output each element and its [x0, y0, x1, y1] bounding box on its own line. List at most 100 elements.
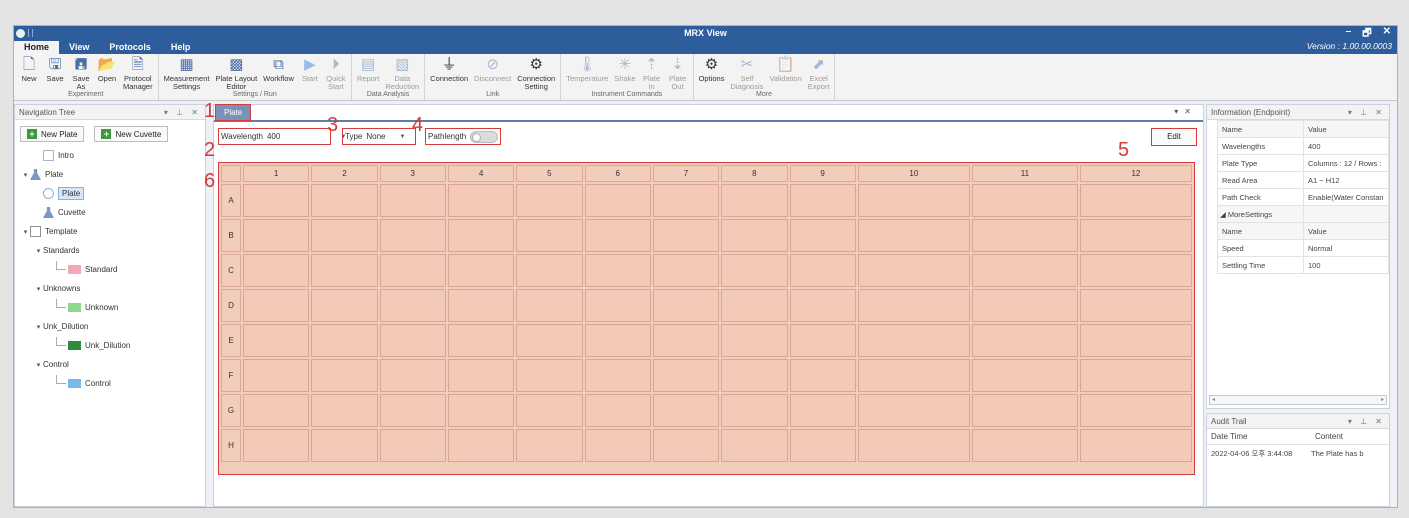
horizontal-scrollbar[interactable]: ◂ ▸	[1209, 395, 1387, 405]
plate-well[interactable]	[516, 429, 583, 462]
shake-button[interactable]: ✳ Shake	[611, 54, 638, 90]
temperature-button[interactable]: 🌡 Temperature	[563, 54, 611, 90]
plate-well[interactable]	[516, 184, 583, 217]
plate-row-header[interactable]: A	[221, 184, 241, 217]
plate-well[interactable]	[857, 359, 970, 392]
tree-node-plate[interactable]: Plate	[21, 184, 205, 203]
plate-well[interactable]	[447, 324, 515, 357]
tree-node-intro[interactable]: Intro	[21, 146, 205, 165]
plate-well[interactable]	[857, 429, 970, 462]
plate-column-header[interactable]: 5	[516, 165, 583, 182]
new-cuvette-button[interactable]: + New Cuvette	[94, 126, 169, 142]
plate-well[interactable]	[652, 219, 720, 252]
tree-node-control[interactable]: ▾ Control	[21, 355, 205, 374]
plate-well[interactable]	[857, 219, 970, 252]
plate-well[interactable]	[789, 184, 856, 217]
plate-well[interactable]	[516, 359, 583, 392]
plate-well[interactable]	[516, 394, 583, 427]
plate-well[interactable]	[1079, 429, 1192, 462]
plate-row-header[interactable]: C	[221, 254, 241, 287]
quick-start-button[interactable]: ⏵ Quick Start	[323, 54, 349, 91]
plate-column-header[interactable]: 9	[789, 165, 856, 182]
type-field[interactable]: Type None ▼	[342, 128, 416, 145]
plate-well[interactable]	[652, 429, 720, 462]
plate-well[interactable]	[721, 254, 788, 287]
workflow-button[interactable]: ⧉ Workflow	[260, 54, 297, 90]
plate-well[interactable]	[584, 219, 651, 252]
plate-in-button[interactable]: ⇡ Plate In	[639, 54, 665, 91]
tree-node-template[interactable]: ▾ Template	[21, 222, 205, 241]
plate-well[interactable]	[447, 184, 515, 217]
excel-export-button[interactable]: ⬈ Excel Export	[805, 54, 833, 91]
plate-well[interactable]	[311, 254, 378, 287]
plate-well[interactable]	[379, 184, 446, 217]
new-button[interactable]: 🗋 New	[16, 54, 42, 90]
plate-well[interactable]	[447, 394, 515, 427]
plate-layout-editor-button[interactable]: ▩ Plate Layout Editor	[212, 54, 260, 91]
tree-node-unk-dilution[interactable]: ▾ Unk_Dilution	[21, 317, 205, 336]
plate-well[interactable]	[584, 429, 651, 462]
plate-out-button[interactable]: ⇣ Plate Out	[665, 54, 691, 91]
plate-well[interactable]	[971, 324, 1078, 357]
plate-column-header[interactable]: 3	[379, 165, 446, 182]
plate-well[interactable]	[857, 184, 970, 217]
plate-column-header[interactable]: 4	[447, 165, 515, 182]
plate-well[interactable]	[311, 184, 378, 217]
protocol-manager-button[interactable]: 🗎 Protocol Manager	[120, 54, 156, 91]
plate-row-header[interactable]: F	[221, 359, 241, 392]
plate-well[interactable]	[971, 429, 1078, 462]
plate-well[interactable]	[857, 394, 970, 427]
expand-chevron-icon[interactable]: ▾	[34, 361, 43, 369]
plate-well[interactable]	[243, 324, 310, 357]
plate-column-header[interactable]: 12	[1079, 165, 1192, 182]
plate-well[interactable]	[379, 324, 446, 357]
plate-well[interactable]	[379, 394, 446, 427]
plate-well[interactable]	[652, 359, 720, 392]
plate-column-header[interactable]: 11	[971, 165, 1078, 182]
save-as-button[interactable]: 🖪 Save As	[68, 54, 94, 91]
save-button[interactable]: 🖫 Save	[42, 54, 68, 90]
tree-node-control[interactable]: Control	[21, 374, 205, 393]
plate-well[interactable]	[516, 254, 583, 287]
plate-well[interactable]	[379, 359, 446, 392]
plate-well[interactable]	[243, 429, 310, 462]
plate-well[interactable]	[447, 254, 515, 287]
plate-well[interactable]	[857, 289, 970, 322]
plate-row-header[interactable]: H	[221, 429, 241, 462]
plate-well[interactable]	[1079, 184, 1192, 217]
tree-node-plate[interactable]: ▾ Plate	[21, 165, 205, 184]
options-button[interactable]: ⚙ Options	[696, 54, 728, 90]
plate-well[interactable]	[857, 324, 970, 357]
plate-column-header[interactable]: 10	[857, 165, 970, 182]
plate-well[interactable]	[311, 324, 378, 357]
plate-well[interactable]	[971, 219, 1078, 252]
tab-view[interactable]: View	[59, 41, 99, 54]
tree-node-unknown[interactable]: Unknown	[21, 298, 205, 317]
plate-well[interactable]	[721, 219, 788, 252]
panel-pin-close-icon[interactable]: ▾ ⊥ ✕	[1348, 417, 1385, 426]
disconnect-button[interactable]: ⊘ Disconnect	[471, 54, 514, 90]
plate-well[interactable]	[721, 429, 788, 462]
plate-well[interactable]	[311, 429, 378, 462]
audit-trail-row[interactable]: 2022-04-06 오후 3:44:08 The Plate has b	[1207, 445, 1389, 461]
plate-well[interactable]	[584, 359, 651, 392]
plate-well[interactable]	[311, 394, 378, 427]
plate-well[interactable]	[447, 219, 515, 252]
plate-well[interactable]	[652, 184, 720, 217]
plate-well[interactable]	[584, 324, 651, 357]
plate-well[interactable]	[243, 184, 310, 217]
plate-row-header[interactable]: B	[221, 219, 241, 252]
plate-well[interactable]	[857, 254, 970, 287]
plate-well[interactable]	[584, 289, 651, 322]
expand-chevron-icon[interactable]: ▾	[34, 323, 43, 331]
plate-well[interactable]	[789, 289, 856, 322]
plate-well[interactable]	[379, 219, 446, 252]
plate-well[interactable]	[516, 289, 583, 322]
plate-row-header[interactable]: E	[221, 324, 241, 357]
self-diagnosis-button[interactable]: ✂ Self Diagnosis	[727, 54, 766, 91]
expand-chevron-icon[interactable]: ▾	[34, 247, 43, 255]
validation-button[interactable]: 📋 Validation	[766, 54, 804, 90]
plate-well[interactable]	[652, 254, 720, 287]
tree-node-unknowns[interactable]: ▾ Unknowns	[21, 279, 205, 298]
connection-button[interactable]: ⏚ Connection	[427, 54, 471, 90]
